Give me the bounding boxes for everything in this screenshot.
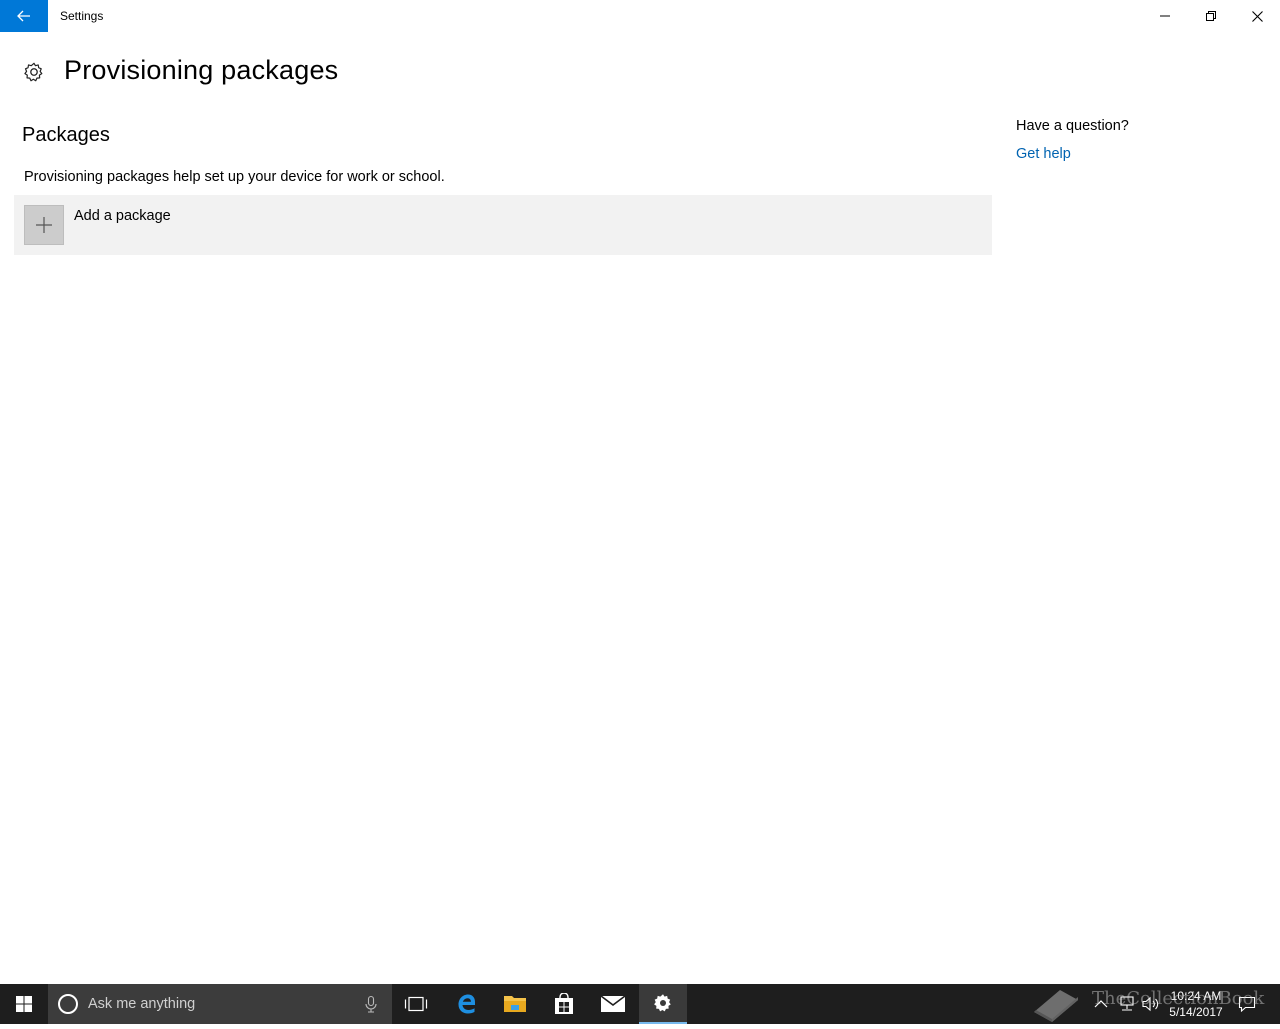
windows-logo-icon <box>16 996 32 1012</box>
page-title: Provisioning packages <box>64 55 339 85</box>
mail-taskbar-button[interactable] <box>589 984 637 1024</box>
app-title: Settings <box>60 9 104 23</box>
folder-icon <box>504 996 526 1012</box>
packages-description: Provisioning packages help set up your d… <box>24 169 445 185</box>
close-button[interactable] <box>1234 0 1280 32</box>
restore-button[interactable] <box>1188 0 1234 32</box>
clock-date: 5/14/2017 <box>1169 1005 1223 1019</box>
back-button[interactable] <box>0 0 48 32</box>
clock-time: 10:24 AM <box>1170 989 1222 1003</box>
plus-icon <box>36 217 52 233</box>
gear-icon <box>24 62 43 82</box>
title-bar: Settings <box>0 0 1280 32</box>
close-icon <box>1251 10 1263 22</box>
cortana-search-box[interactable]: Ask me anything <box>48 984 392 1024</box>
minimize-button[interactable] <box>1142 0 1188 32</box>
restore-icon <box>1206 11 1216 21</box>
network-icon[interactable] <box>1118 996 1136 1012</box>
chevron-up-icon[interactable] <box>1094 996 1108 1012</box>
search-placeholder: Ask me anything <box>88 996 196 1012</box>
taskbar: Ask me anything 10:24 AM 5/14/2017 <box>0 984 1280 1024</box>
task-view-button[interactable] <box>392 984 440 1024</box>
settings-gear-icon <box>654 994 671 1012</box>
store-bag-icon <box>555 993 573 1014</box>
edge-icon <box>458 994 475 1014</box>
add-package-label: Add a package <box>74 208 171 224</box>
minimize-icon <box>1160 15 1170 17</box>
get-help-link[interactable]: Get help <box>1016 146 1071 162</box>
help-question: Have a question? <box>1016 118 1129 134</box>
start-button[interactable] <box>0 984 48 1024</box>
microphone-icon[interactable] <box>362 995 380 1013</box>
task-view-icon <box>404 996 428 1012</box>
taskbar-clock[interactable]: 10:24 AM 5/14/2017 <box>1164 988 1228 1020</box>
add-package-tile <box>24 205 64 245</box>
store-taskbar-button[interactable] <box>540 984 588 1024</box>
action-center-icon[interactable] <box>1238 996 1256 1012</box>
cortana-icon <box>58 994 78 1014</box>
volume-icon[interactable] <box>1141 996 1161 1012</box>
edge-taskbar-button[interactable] <box>442 984 490 1024</box>
add-package-button[interactable]: Add a package <box>14 195 992 255</box>
packages-heading: Packages <box>22 124 110 146</box>
settings-taskbar-button[interactable] <box>639 984 687 1024</box>
back-arrow-icon <box>17 10 30 22</box>
file-explorer-taskbar-button[interactable] <box>491 984 539 1024</box>
mail-icon <box>600 995 626 1012</box>
